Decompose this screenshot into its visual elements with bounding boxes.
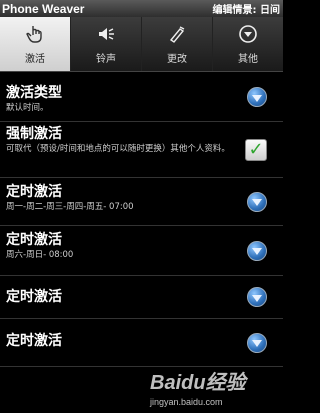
list-item-force-activate[interactable]: 强制激活 可取代（预设/时间和地点的可以随时更换）其他个人资料。 ✓ [0,122,283,178]
force-activate-checkbox[interactable]: ✓ [245,138,267,161]
item-subtitle: 可取代（预设/时间和地点的可以随时更换）其他个人资料。 [6,144,230,154]
tab-label: 其他 [238,53,258,65]
item-subtitle: 周一-周二-周三-周四-周五- 07:00 [6,202,134,212]
item-title: 定时激活 [6,184,62,200]
app-title: Phone Weaver [2,1,85,16]
dropdown-button[interactable] [247,332,267,353]
tab-ringtone[interactable]: 铃声 [71,17,142,71]
tab-label: 激活 [25,53,45,65]
tab-bar: 激活 铃声 更改 其他 [0,17,283,72]
down-circle-icon [239,24,257,43]
list-item-timed-activation[interactable]: 定时激活 [0,276,283,319]
check-icon: ✓ [248,138,264,160]
tab-activate[interactable]: 激活 [0,17,71,71]
dropdown-button[interactable] [247,191,267,212]
item-title: 定时激活 [6,333,62,349]
list-item-activation-type[interactable]: 激活类型 默认时间。 [0,73,283,122]
dropdown-button[interactable] [247,240,267,261]
list-item-timed-activation[interactable]: 定时激活 周一-周二-周三-周四-周五- 07:00 [0,178,283,226]
item-subtitle: 周六-周日- 08:00 [6,250,74,260]
list-item-timed-activation[interactable]: 定时激活 [0,319,283,367]
item-title: 强制激活 [6,126,62,142]
profile-status: 编辑情景: 日间 [212,5,280,16]
list-item-timed-activation[interactable]: 定时激活 周六-周日- 08:00 [0,226,283,276]
item-title: 定时激活 [6,289,62,305]
tab-label: 更改 [167,53,187,65]
watermark: Baidu经验 jingyan.baidu.com [150,366,280,410]
watermark-url: jingyan.baidu.com [150,397,223,407]
tab-change[interactable]: 更改 [142,17,213,71]
tab-other[interactable]: 其他 [213,17,283,71]
item-title: 激活类型 [6,85,62,101]
speaker-icon [99,27,114,40]
hand-pointer-icon [26,25,42,43]
phone-edit-icon [169,25,185,43]
dropdown-button[interactable] [247,287,267,307]
item-title: 定时激活 [6,232,62,248]
watermark-logo: Baidu经验 [150,372,246,394]
item-subtitle: 默认时间。 [6,103,49,113]
dropdown-button[interactable] [247,87,267,107]
tab-label: 铃声 [96,53,116,65]
settings-list: 激活类型 默认时间。 强制激活 可取代（预设/时间和地点的可以随时更换）其他个人… [0,73,283,367]
title-bar: Phone Weaver 编辑情景: 日间 [0,0,283,17]
